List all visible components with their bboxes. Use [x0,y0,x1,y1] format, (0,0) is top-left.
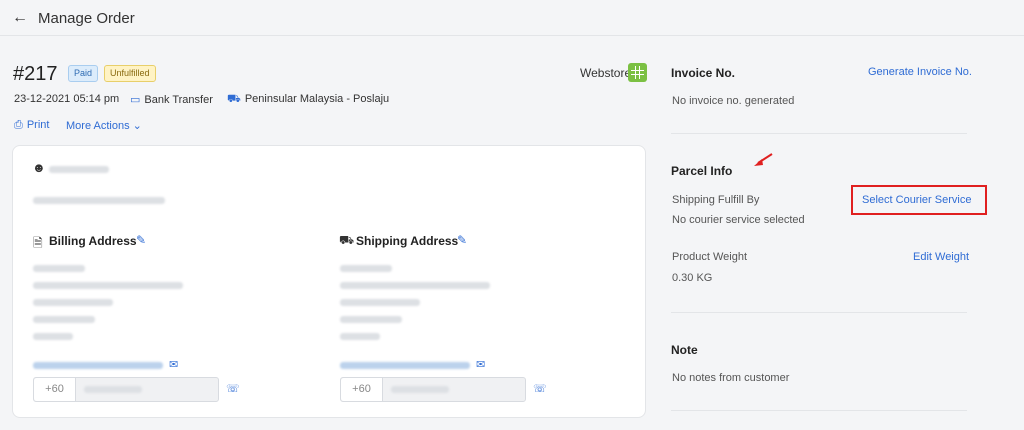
more-actions-button[interactable]: More Actions ⌄ [66,119,142,132]
channel-label: Webstore [580,66,632,80]
whatsapp-icon[interactable]: ☏ [226,382,240,395]
shipping-line-redacted [340,333,380,340]
chevron-down-icon: ⌄ [132,120,142,132]
whatsapp-icon[interactable]: ☏ [533,382,547,395]
billing-line-redacted [33,299,113,306]
billing-phone-code: +60 [34,378,76,401]
billing-line-redacted [33,333,73,340]
payment-method-label: Bank Transfer [144,94,213,106]
note-title: Note [671,343,698,357]
billing-phone-redacted [84,386,142,393]
order-date: 23-12-2021 05:14 pm [14,93,120,105]
customer-card: ☻ 🗎 Billing Address ✎ ⛟ Shipping Address… [12,145,646,418]
shipping-address-title: Shipping Address [356,234,459,248]
shipping-email-redacted[interactable] [340,362,470,369]
billing-address-title: Billing Address [49,234,137,248]
edit-shipping-icon[interactable]: ✎ [457,233,467,247]
shipping-line-redacted [340,265,392,272]
shipping-phone-code: +60 [341,378,383,401]
edit-weight-link[interactable]: Edit Weight [913,251,969,263]
printer-icon: ⎙ [14,119,23,131]
billing-line-redacted [33,265,85,272]
divider [671,312,967,313]
shipping-phone-field[interactable]: +60 [340,377,526,402]
user-icon: ☻ [32,160,46,175]
note-empty-text: No notes from customer [672,372,790,384]
invoice-empty-text: No invoice no. generated [672,95,795,107]
select-courier-link[interactable]: Select Courier Service [862,194,971,206]
customer-name-redacted [49,166,109,173]
product-weight-value: 0.30 KG [672,272,713,284]
shipping-line-redacted [340,282,490,289]
order-number: #217 [13,63,58,85]
invoice-title: Invoice No. [671,66,736,80]
shipping-method-label: Peninsular Malaysia - Poslaju [244,93,390,105]
shipping-line-redacted [340,299,420,306]
edit-billing-icon[interactable]: ✎ [136,233,146,247]
fulfillment-status-badge: Unfulfilled [104,65,156,82]
arrow-left-icon[interactable]: ← [12,9,28,27]
shipping-fulfill-label: Shipping Fulfill By [672,194,760,206]
more-actions-label: More Actions [66,120,130,132]
divider [671,410,967,411]
no-courier-text: No courier service selected [672,214,805,226]
print-label: Print [26,119,50,131]
product-weight-label: Product Weight [672,251,748,263]
print-button[interactable]: ⎙ Print [14,119,49,132]
shipping-phone-redacted [391,386,449,393]
generate-invoice-link[interactable]: Generate Invoice No. [868,66,972,78]
truck-icon: ⛟ [227,93,241,105]
top-bar: ← Manage Order [0,0,1024,36]
webstore-icon [628,63,647,82]
parcel-info-title: Parcel Info [671,164,733,178]
customer-email-redacted [33,197,165,204]
payment-method: ▭ Bank Transfer [130,93,213,106]
billing-phone-field[interactable]: +60 [33,377,219,402]
credit-card-icon: ▭ [130,94,141,106]
shipping-method: ⛟ Peninsular Malaysia - Poslaju [227,93,389,107]
divider [671,133,967,134]
document-icon: 🗎 [33,236,43,250]
arrow-annotation-icon [754,153,773,166]
shipping-line-redacted [340,316,402,323]
page-title: Manage Order [38,10,135,27]
billing-email-redacted[interactable] [33,362,163,369]
billing-line-redacted [33,282,183,289]
billing-line-redacted [33,316,95,323]
payment-status-badge: Paid [68,65,99,82]
mail-icon[interactable]: ✉ [169,358,178,371]
mail-icon[interactable]: ✉ [476,358,485,371]
truck-icon: ⛟ [339,233,355,247]
